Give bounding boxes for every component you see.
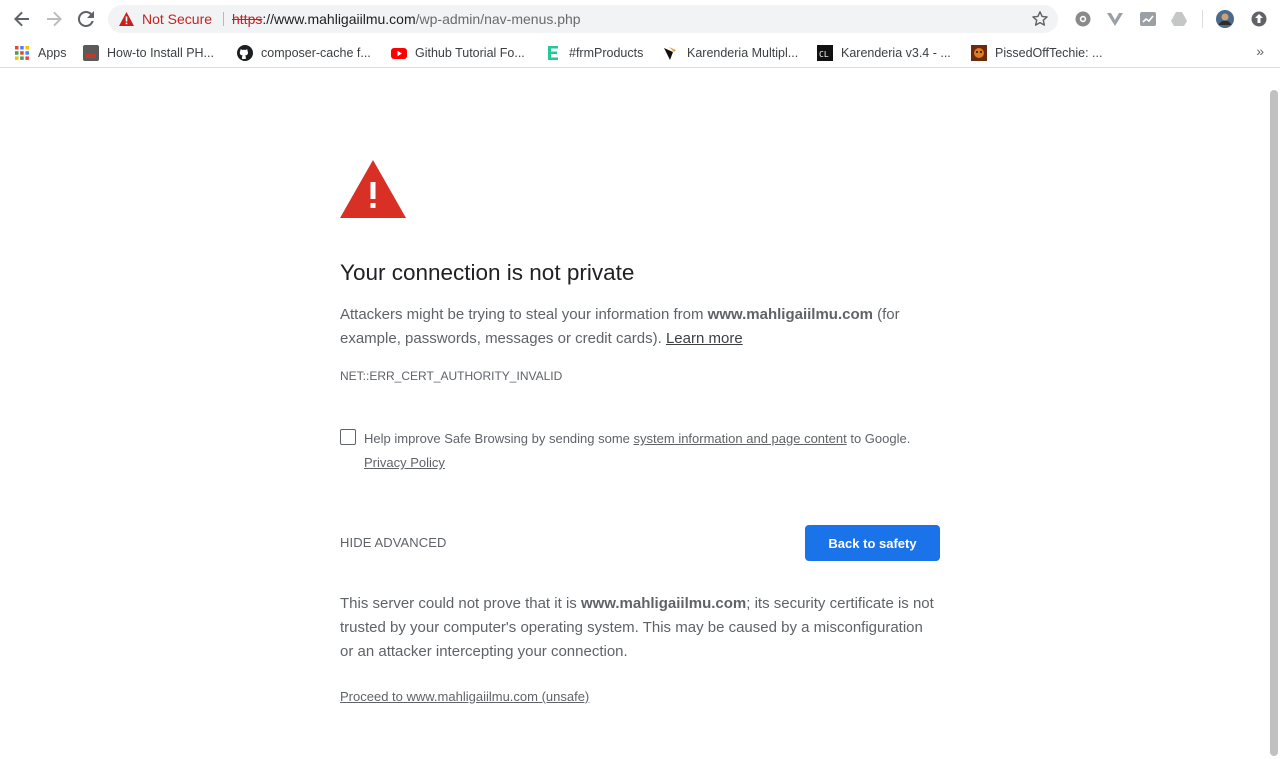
toolbar-divider bbox=[1202, 10, 1203, 28]
bookmark-pissedofftechie[interactable]: PissedOffTechie: ... bbox=[971, 43, 1102, 63]
safe-browsing-text-2: to Google. bbox=[846, 431, 911, 446]
extension-vue-icon[interactable] bbox=[1106, 10, 1124, 28]
safe-browsing-text-1: Help improve Safe Browsing by sending so… bbox=[364, 431, 634, 446]
update-arrow-icon[interactable] bbox=[1250, 10, 1268, 28]
proceed-unsafe-link[interactable]: Proceed to www.mahligaiilmu.com (unsafe) bbox=[340, 689, 589, 705]
hide-advanced-button[interactable]: HIDE ADVANCED bbox=[340, 535, 447, 551]
back-to-safety-button[interactable]: Back to safety bbox=[805, 525, 940, 561]
karenderia-favicon bbox=[664, 47, 676, 60]
youtube-icon bbox=[391, 48, 407, 59]
forward-arrow-icon[interactable] bbox=[42, 8, 66, 30]
codecanyon-favicon: CL bbox=[817, 45, 833, 61]
url-text[interactable]: https://www.mahligaiilmu.com/wp-admin/na… bbox=[232, 11, 581, 27]
url-scheme: https bbox=[232, 11, 263, 27]
bookmark-frmproducts[interactable]: #frmProducts bbox=[545, 43, 643, 63]
url-path: /wp-admin/nav-menus.php bbox=[415, 11, 581, 27]
not-secure-label[interactable]: Not Secure bbox=[142, 11, 212, 27]
bookmark-composer-cache[interactable]: composer-cache f... bbox=[237, 43, 371, 63]
bookmark-label: PissedOffTechie: ... bbox=[995, 46, 1103, 60]
learn-more-link[interactable]: Learn more bbox=[666, 330, 743, 347]
bookmark-php-install[interactable]: How-to Install PH... bbox=[83, 43, 214, 63]
php-favicon bbox=[83, 45, 99, 61]
omnibox-separator bbox=[223, 12, 224, 26]
svg-text:CL: CL bbox=[819, 50, 829, 59]
bookmark-label: composer-cache f... bbox=[261, 46, 371, 60]
bookmark-label: Karenderia Multipl... bbox=[687, 46, 799, 60]
bookmark-label: Github Tutorial Fo... bbox=[415, 46, 525, 60]
extension-chart-icon[interactable] bbox=[1139, 10, 1157, 28]
safe-browsing-checkbox[interactable] bbox=[340, 429, 356, 445]
apps-grid-icon bbox=[15, 46, 29, 60]
safe-browsing-text: Help improve Safe Browsing by sending so… bbox=[364, 427, 944, 475]
bookmarks-overflow-chevron-icon[interactable]: » bbox=[1256, 43, 1264, 59]
reload-icon[interactable] bbox=[74, 8, 98, 30]
error-code: NET::ERR_CERT_AUTHORITY_INVALID bbox=[340, 369, 563, 383]
details-message: This server could not prove that it is w… bbox=[340, 592, 940, 664]
warning-triangle-icon[interactable] bbox=[119, 12, 134, 26]
bookmark-apps[interactable]: Apps bbox=[14, 43, 67, 63]
bookmark-label: Karenderia v3.4 - ... bbox=[841, 46, 951, 60]
privacy-policy-link[interactable]: Privacy Policy bbox=[364, 455, 445, 470]
bookmarks-bar: Apps How-to Install PH... composer-cache… bbox=[0, 38, 1280, 68]
address-bar[interactable]: Not Secure https://www.mahligaiilmu.com/… bbox=[108, 5, 1058, 33]
profile-avatar-icon[interactable] bbox=[1216, 10, 1234, 28]
back-arrow-icon[interactable] bbox=[10, 8, 34, 30]
bookmark-github-tutorial[interactable]: Github Tutorial Fo... bbox=[391, 43, 525, 63]
system-info-link[interactable]: system information and page content bbox=[634, 431, 847, 446]
bookmark-karenderia-multi[interactable]: Karenderia Multipl... bbox=[663, 43, 798, 63]
page-scrollbar[interactable] bbox=[1270, 90, 1278, 756]
extension-gear-icon[interactable] bbox=[1074, 10, 1092, 28]
security-warning-icon bbox=[340, 160, 406, 218]
url-host: ://www.mahligaiilmu.com bbox=[262, 11, 416, 27]
bookmark-label: #frmProducts bbox=[569, 46, 644, 60]
github-icon bbox=[237, 45, 253, 61]
bookmark-karenderia-v34[interactable]: CL Karenderia v3.4 - ... bbox=[817, 43, 951, 63]
pissedofftechie-favicon bbox=[971, 45, 987, 61]
details-text-1: This server could not prove that it is bbox=[340, 595, 581, 612]
extension-drive-icon[interactable] bbox=[1170, 10, 1188, 28]
details-host: www.mahligaiilmu.com bbox=[580, 595, 747, 612]
browser-toolbar: Not Secure https://www.mahligaiilmu.com/… bbox=[0, 0, 1280, 38]
e-favicon bbox=[548, 46, 558, 60]
main-message: Attackers might be trying to steal your … bbox=[340, 303, 940, 351]
main-message-host: www.mahligaiilmu.com bbox=[707, 306, 873, 323]
page-title: Your connection is not private bbox=[340, 260, 635, 285]
bookmark-label: How-to Install PH... bbox=[107, 46, 214, 60]
main-message-text: Attackers might be trying to steal your … bbox=[340, 306, 708, 323]
bookmark-star-icon[interactable] bbox=[1031, 10, 1049, 28]
bookmark-label: Apps bbox=[38, 46, 67, 60]
